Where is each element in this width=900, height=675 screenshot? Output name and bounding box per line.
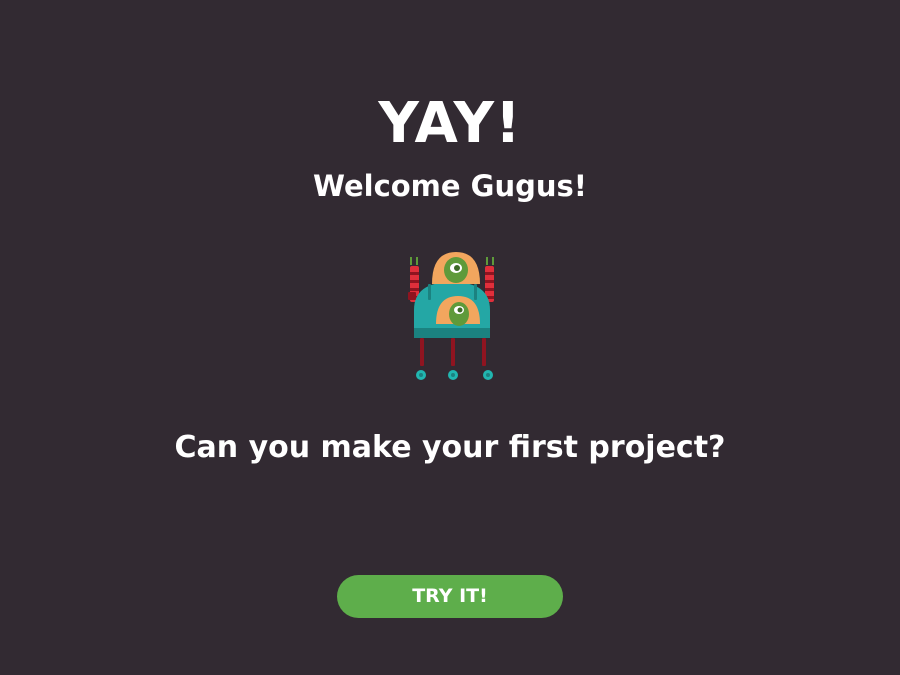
page-title: YAY! <box>378 91 522 156</box>
welcome-screen: YAY! Welcome Gugus! Can you make your fi… <box>0 0 900 675</box>
welcome-greeting: Welcome Gugus! <box>313 169 587 203</box>
right-arm-icon <box>485 257 494 302</box>
try-it-button[interactable]: TRY IT! <box>337 575 563 618</box>
first-project-question: Can you make your first project? <box>174 430 726 465</box>
robot-mascot-icon <box>408 252 494 380</box>
